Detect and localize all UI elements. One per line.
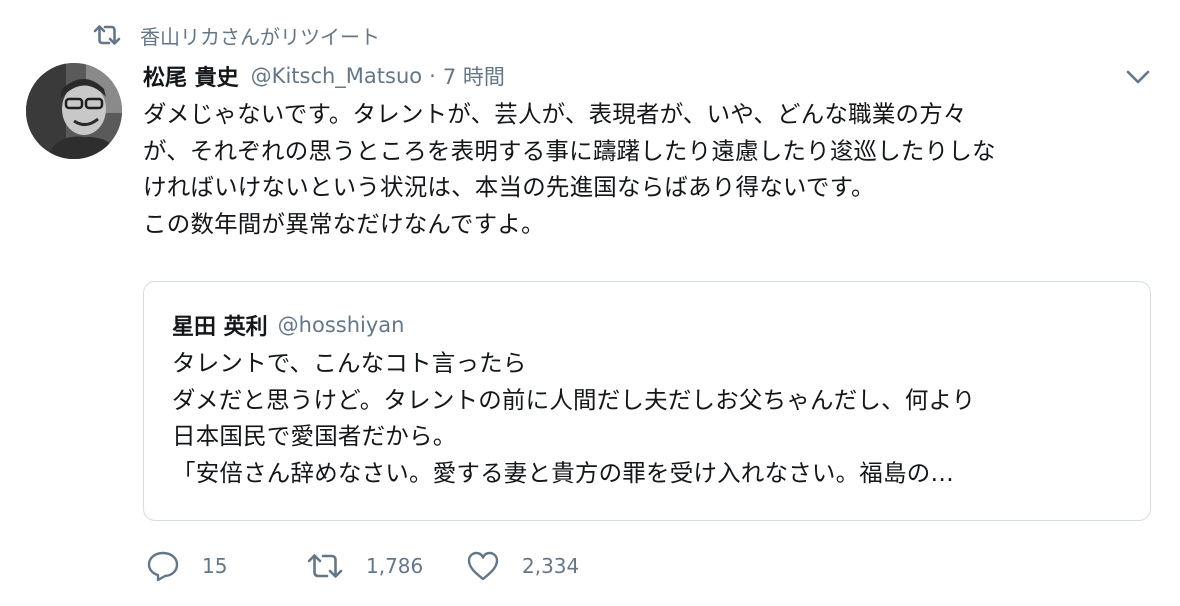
timestamp[interactable]: 7 時間 xyxy=(443,61,505,91)
tweet-text-line: この数年間が異常なだけなんですよ。 xyxy=(143,209,545,238)
quoted-text-line: タレントで、こんなコト言ったら xyxy=(172,349,527,377)
reply-button[interactable]: 15 xyxy=(146,548,227,584)
chevron-down-icon[interactable] xyxy=(1124,64,1152,90)
tweet-text: ダメじゃないです。タレントが、芸人が、表現者が、いや、どんな職業の方々 が、それ… xyxy=(143,96,1155,242)
retweet-icon xyxy=(306,551,344,581)
tweet-header: 松尾 貴史 @Kitsch_Matsuo · 7 時間 xyxy=(143,58,505,94)
reply-icon xyxy=(146,550,180,582)
like-count: 2,334 xyxy=(522,554,580,578)
quoted-text-line: 日本国民で愛国者だから。 xyxy=(172,422,457,450)
tweet-text-line: ダメじゃないです。タレントが、芸人が、表現者が、いや、どんな職業の方々 xyxy=(143,100,967,128)
like-button[interactable]: 2,334 xyxy=(466,548,579,584)
tweet-actions: 15 1,786 2,334 xyxy=(146,548,746,584)
quoted-tweet-card[interactable]: 星田 英利 @hosshiyan タレントで、こんなコト言ったら ダメだと思うけ… xyxy=(143,281,1151,521)
reply-count: 15 xyxy=(202,554,228,578)
quoted-tweet-header: 星田 英利 @hosshiyan xyxy=(172,308,404,342)
quoted-text-line: ダメだと思うけど。タレントの前に人間だし夫だしお父ちゃんだし、何より xyxy=(172,385,976,414)
author-name[interactable]: 松尾 貴史 xyxy=(143,60,239,92)
separator-dot: · xyxy=(429,64,436,88)
tweet-text-line: ければいけないという状況は、本当の先進国ならばあり得ないです。 xyxy=(143,173,875,201)
retweet-context: 香山リカさんがリツイート xyxy=(92,20,380,50)
quoted-author-name: 星田 英利 xyxy=(172,315,268,340)
author-handle[interactable]: @Kitsch_Matsuo xyxy=(251,64,422,88)
avatar[interactable] xyxy=(26,63,122,159)
retweet-icon xyxy=(92,23,122,47)
quoted-tweet-text: タレントで、こんなコト言ったら ダメだと思うけど。タレントの前に人間だし夫だしお… xyxy=(172,345,1132,491)
quoted-author-handle: @hosshiyan xyxy=(277,313,405,337)
tweet-text-line: が、それぞれの思うところを表明する事に躊躇したり遠慮したり逡巡したりしな xyxy=(143,136,996,165)
quoted-text-line: 「安倍さん辞めなさい。愛する妻と貴方の罪を受け入れなさい。福島の… xyxy=(172,458,955,487)
retweet-count: 1,786 xyxy=(366,554,424,578)
heart-icon xyxy=(466,550,500,582)
retweet-button[interactable]: 1,786 xyxy=(306,548,423,584)
retweet-context-label[interactable]: 香山リカさんがリツイート xyxy=(140,21,380,50)
